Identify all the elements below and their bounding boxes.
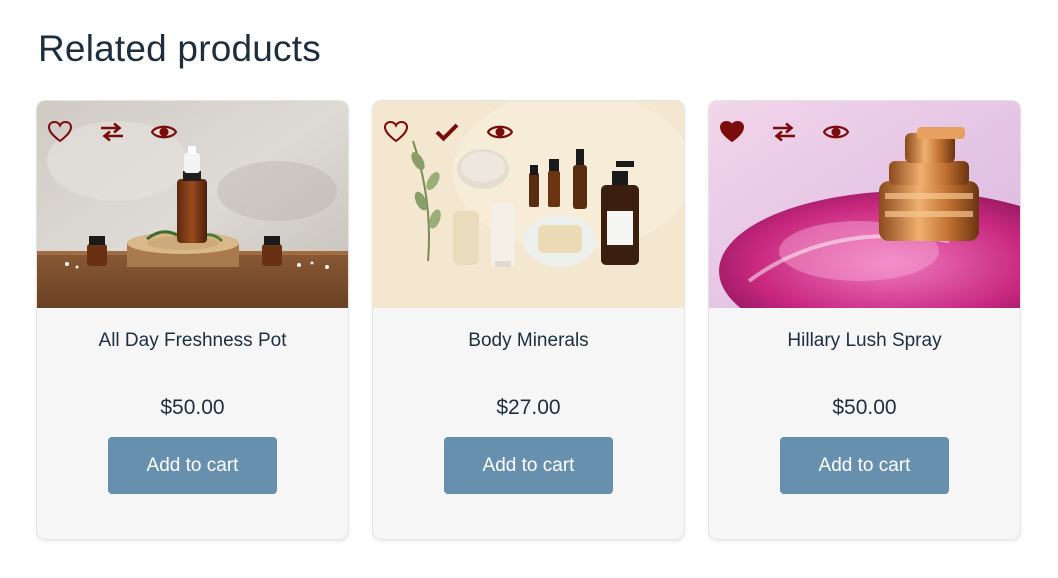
heart-outline-icon[interactable] xyxy=(47,119,99,145)
check-icon[interactable] xyxy=(435,119,487,145)
product-image[interactable] xyxy=(373,101,684,308)
compare-icon[interactable] xyxy=(99,119,151,145)
add-to-cart-button[interactable]: Add to cart xyxy=(780,437,949,494)
product-actions xyxy=(47,119,203,145)
product-grid: All Day Freshness Pot $50.00 Add to cart xyxy=(37,101,1020,539)
product-price: $50.00 xyxy=(160,396,225,419)
product-image[interactable] xyxy=(37,101,348,308)
product-image[interactable] xyxy=(709,101,1020,308)
product-price: $27.00 xyxy=(496,396,561,419)
product-actions xyxy=(719,119,875,145)
product-title[interactable]: Body Minerals xyxy=(373,308,684,366)
eye-icon[interactable] xyxy=(823,119,875,145)
product-card: Hillary Lush Spray $50.00 Add to cart xyxy=(709,101,1020,539)
eye-icon[interactable] xyxy=(151,119,203,145)
heart-filled-icon[interactable] xyxy=(719,119,771,145)
product-title[interactable]: Hillary Lush Spray xyxy=(709,308,1020,366)
product-actions xyxy=(383,119,539,145)
compare-icon[interactable] xyxy=(771,119,823,145)
add-to-cart-button[interactable]: Add to cart xyxy=(444,437,613,494)
product-card: All Day Freshness Pot $50.00 Add to cart xyxy=(37,101,348,539)
heart-outline-icon[interactable] xyxy=(383,119,435,145)
eye-icon[interactable] xyxy=(487,119,539,145)
section-title: Related products xyxy=(38,28,321,69)
product-title[interactable]: All Day Freshness Pot xyxy=(37,308,348,366)
add-to-cart-button[interactable]: Add to cart xyxy=(108,437,277,494)
product-price: $50.00 xyxy=(832,396,897,419)
product-card: Body Minerals $27.00 Add to cart xyxy=(373,101,684,539)
